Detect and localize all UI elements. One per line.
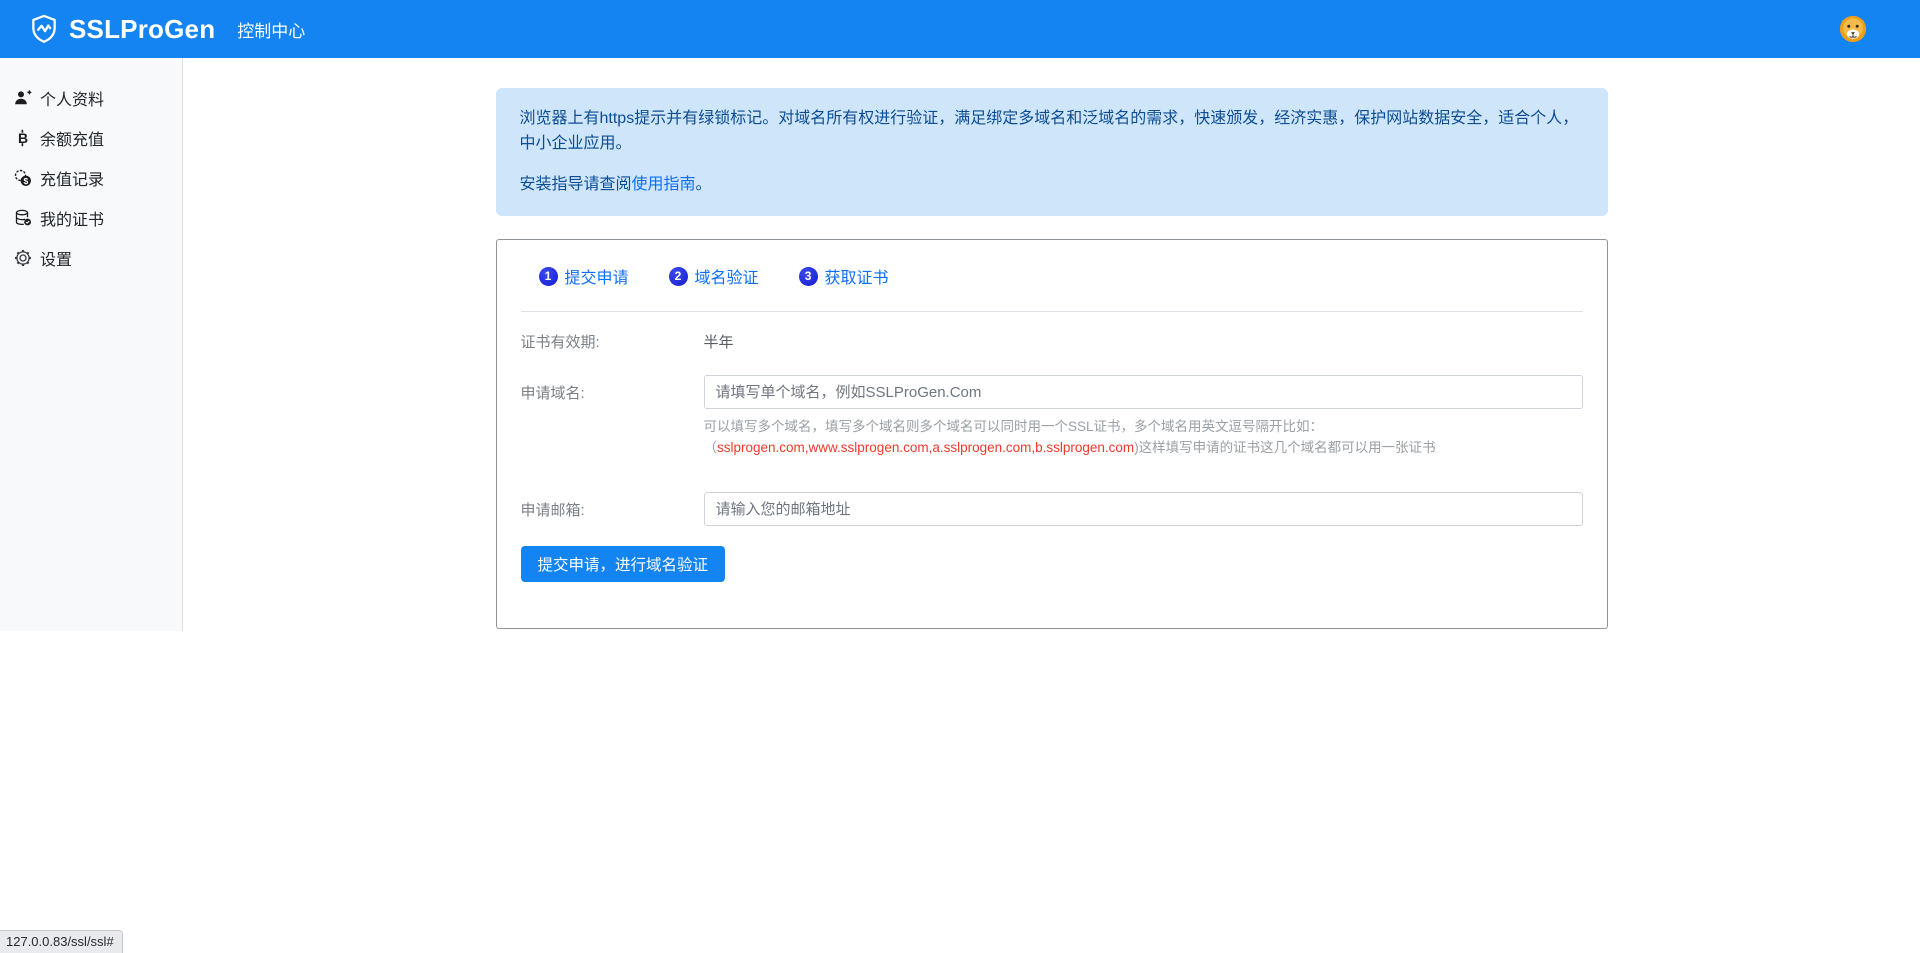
- step-3-badge: 3: [799, 267, 818, 286]
- email-label: 申请邮箱:: [521, 499, 704, 520]
- user-avatar-lion-icon[interactable]: [1838, 14, 1868, 44]
- domain-help-gray2: )这样填写申请的证书这几个域名都可以用一张证书: [1134, 440, 1436, 455]
- submit-application-button[interactable]: 提交申请，进行域名验证: [521, 546, 726, 582]
- alert-guide-suffix: 。: [696, 176, 712, 193]
- sidebar-item-label: 余额充值: [40, 126, 104, 150]
- sidebar-item-profile[interactable]: 个人资料: [0, 78, 182, 118]
- validity-label: 证书有效期:: [521, 331, 704, 352]
- step-1-badge: 1: [539, 267, 558, 286]
- steps-divider: [521, 311, 1583, 312]
- nav-control-center[interactable]: 控制中心: [237, 17, 305, 42]
- sidebar-item-label: 个人资料: [40, 86, 104, 110]
- step-1-label: 提交申请: [565, 264, 629, 288]
- sidebar: 个人资料 B 余额充值 $ 充值记录: [0, 58, 183, 631]
- topbar: SSLProGen 控制中心: [0, 0, 1920, 58]
- step-2-label: 域名验证: [695, 264, 759, 288]
- certificate-request-card: 1 提交申请 2 域名验证 3 获取证书 证书有效期: 半年: [496, 239, 1608, 629]
- bitcoin-icon: B: [14, 129, 32, 147]
- validity-value: 半年: [704, 331, 734, 352]
- domain-label: 申请域名:: [521, 382, 704, 403]
- domain-input[interactable]: [704, 375, 1583, 409]
- step-3-label: 获取证书: [825, 264, 889, 288]
- domain-help-red-domains: sslprogen.com,www.sslprogen.com,a.sslpro…: [717, 440, 1134, 455]
- alert-description: 浏览器上有https提示并有绿锁标记。对域名所有权进行验证，满足绑定多域名和泛域…: [520, 106, 1584, 156]
- step-2-badge: 2: [669, 267, 688, 286]
- certificate-database-icon: [14, 209, 32, 227]
- step-get-certificate[interactable]: 3 获取证书: [799, 264, 889, 288]
- domain-help-text: 可以填写多个域名，填写多个域名则多个域名可以同时用一个SSL证书，多个域名用英文…: [704, 416, 1583, 458]
- coins-icon: $: [14, 169, 32, 187]
- wizard-steps: 1 提交申请 2 域名验证 3 获取证书: [539, 264, 1583, 288]
- browser-status-url: 127.0.0.83/ssl/ssl#: [0, 930, 123, 953]
- sidebar-item-settings[interactable]: 设置: [0, 238, 182, 278]
- email-row: 申请邮箱:: [521, 492, 1583, 526]
- sidebar-item-label: 我的证书: [40, 206, 104, 230]
- sidebar-item-recharge-records[interactable]: $ 充值记录: [0, 158, 182, 198]
- page-body: 个人资料 B 余额充值 $ 充值记录: [0, 58, 1920, 631]
- sidebar-item-my-certificates[interactable]: 我的证书: [0, 198, 182, 238]
- sidebar-item-label: 设置: [40, 246, 72, 270]
- main-content: 浏览器上有https提示并有绿锁标记。对域名所有权进行验证，满足绑定多域名和泛域…: [183, 58, 1920, 631]
- usage-guide-link[interactable]: 使用指南: [632, 176, 696, 193]
- validity-row: 证书有效期: 半年: [521, 331, 1583, 352]
- sidebar-item-label: 充值记录: [40, 166, 104, 190]
- shield-pulse-logo-icon: [28, 13, 60, 45]
- alert-guide-prefix: 安装指导请查阅: [520, 176, 632, 193]
- step-domain-verification[interactable]: 2 域名验证: [669, 264, 759, 288]
- email-input[interactable]: [704, 492, 1583, 526]
- step-submit-application[interactable]: 1 提交申请: [539, 264, 629, 288]
- alert-guide-line: 安装指导请查阅使用指南。: [520, 172, 1584, 197]
- svg-text:$: $: [24, 176, 29, 186]
- domain-row: 申请域名:: [521, 375, 1583, 409]
- brand-name: SSLProGen: [69, 14, 215, 45]
- sidebar-item-recharge[interactable]: B 余额充值: [0, 118, 182, 158]
- brand-home-link[interactable]: SSLProGen: [28, 13, 215, 45]
- info-alert: 浏览器上有https提示并有绿锁标记。对域名所有权进行验证，满足绑定多域名和泛域…: [496, 88, 1608, 216]
- user-plus-icon: [14, 89, 32, 107]
- gear-icon: [14, 249, 32, 267]
